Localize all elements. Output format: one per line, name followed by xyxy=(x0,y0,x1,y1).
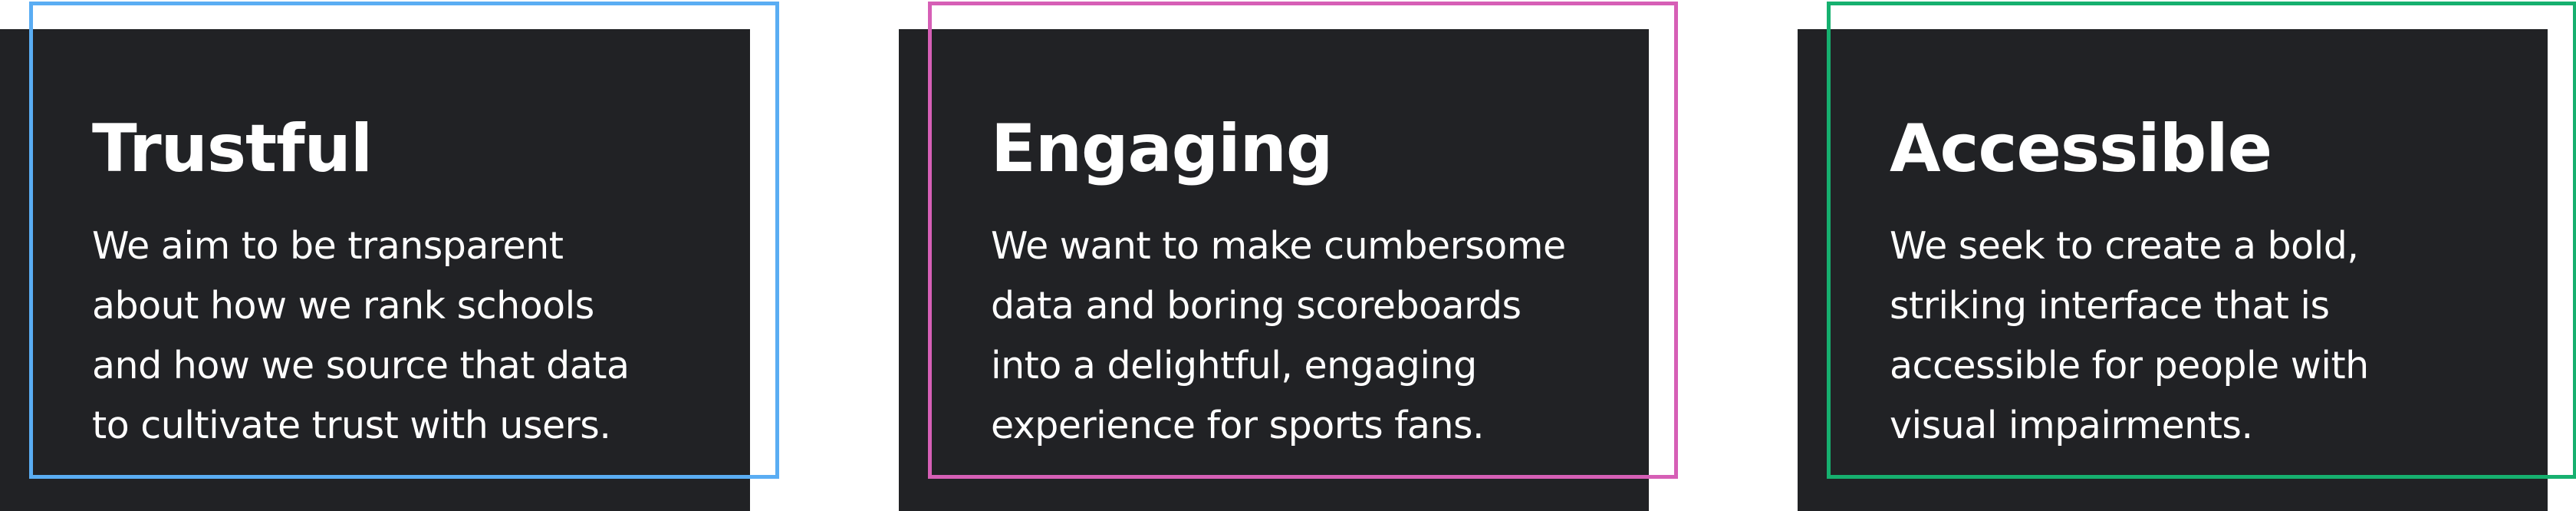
accent-frame-trustful xyxy=(29,2,779,479)
values-section: Trustful We aim to be transparent about … xyxy=(0,0,2576,511)
accent-frame-accessible xyxy=(1827,2,2576,479)
accent-frame-engaging xyxy=(928,2,1678,479)
